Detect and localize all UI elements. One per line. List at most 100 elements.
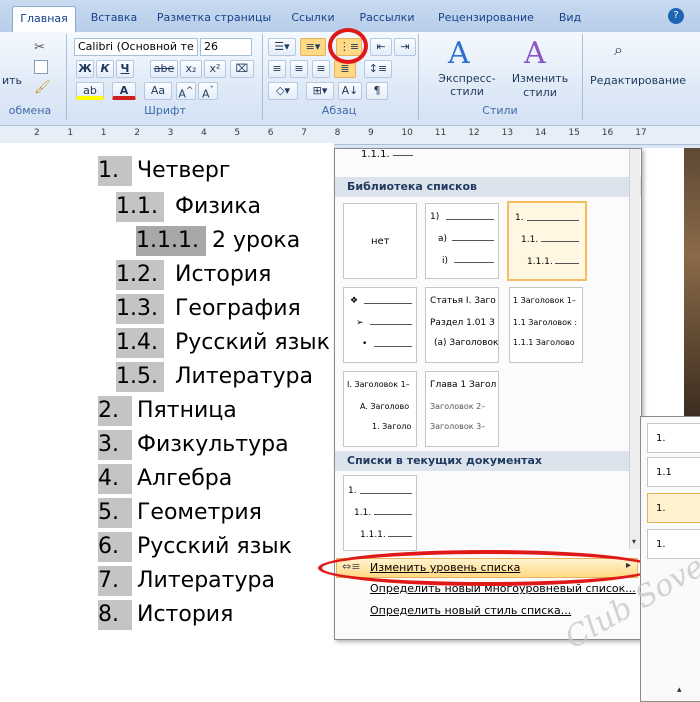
gallery-scrollbar[interactable] <box>629 149 640 549</box>
format-painter-icon[interactable]: 🖌 <box>34 80 51 95</box>
list-tile-bullets[interactable]: ❖ ➢ • <box>343 287 417 363</box>
tile-label: i) <box>442 256 449 266</box>
tab-insert[interactable]: Вставка <box>84 6 144 30</box>
decrease-indent-icon[interactable]: ⇤ <box>370 38 392 56</box>
bold-button[interactable]: Ж <box>76 60 94 78</box>
help-icon[interactable]: ? <box>668 8 684 24</box>
list-tile-numbered[interactable]: 1) a) i) <box>425 203 499 279</box>
express-styles-button[interactable]: Экспресс-стили <box>422 72 512 98</box>
list-item: 2 урока <box>212 228 301 253</box>
tile-label: (a) Заголовок <box>434 338 499 348</box>
tile-line <box>541 241 579 242</box>
list-tile-none[interactable]: нет <box>343 203 417 279</box>
tab-home[interactable]: Главная <box>12 6 76 33</box>
numbering-icon[interactable]: ≡▾ <box>300 38 326 56</box>
tab-page-layout[interactable]: Разметка страницы <box>154 6 274 30</box>
borders-icon[interactable]: ⊞▾ <box>306 82 334 100</box>
tab-view[interactable]: Вид <box>552 6 588 30</box>
group-styles-label: Стили <box>482 104 518 117</box>
ruler-number: 8 <box>334 128 341 138</box>
change-styles-button[interactable]: Изменить стили <box>510 72 570 100</box>
level-option[interactable]: 1. <box>647 423 700 453</box>
tile-line <box>374 514 412 515</box>
bullets-icon[interactable]: ☰▾ <box>268 38 296 56</box>
list-number: 7. <box>98 566 132 596</box>
list-number: 1.2. <box>116 260 164 290</box>
list-item: Пятница <box>137 398 237 423</box>
font-size-combo[interactable]: 26 <box>200 38 252 56</box>
tab-mailings[interactable]: Рассылки <box>354 6 420 30</box>
tab-references[interactable]: Ссылки <box>286 6 340 30</box>
increase-indent-icon[interactable]: ⇥ <box>394 38 416 56</box>
list-tile-heading-numbers[interactable]: 1 Заголовок 1– 1.1 Заголовок : 1.1.1 Заг… <box>509 287 583 363</box>
ruler-number: 14 <box>535 128 547 138</box>
menu-item-define-list-style[interactable]: Определить новый стиль списка... <box>370 604 571 617</box>
list-item: Четверг <box>137 158 231 183</box>
tile-label: 1.1 Заголовок : <box>513 318 578 327</box>
tile-label: 1.1. <box>521 235 539 245</box>
highlight-color-button[interactable]: ab <box>76 82 104 100</box>
paste-label[interactable]: ить <box>2 74 22 87</box>
font-name-combo[interactable]: Calibri (Основной те <box>74 38 198 56</box>
line-spacing-icon[interactable]: ↕≡ <box>364 60 392 78</box>
group-font-label: Шрифт <box>144 104 186 117</box>
tile-line <box>370 324 412 325</box>
ruler-number: 5 <box>234 128 241 138</box>
group-separator <box>582 34 583 120</box>
clear-format-icon[interactable]: ⌧ <box>230 60 254 78</box>
italic-button[interactable]: К <box>96 60 114 78</box>
tile-label: нет <box>371 236 390 247</box>
list-number: 1. <box>98 156 132 186</box>
list-item: Русский язык <box>137 534 292 559</box>
list-tile-article[interactable]: Статья I. Заго Раздел 1.01 З (a) Заголов… <box>425 287 499 363</box>
list-number: 3. <box>98 430 132 460</box>
ruler-number: 12 <box>468 128 480 138</box>
copy-icon[interactable] <box>34 60 48 74</box>
change-case-button[interactable]: Aa <box>144 82 172 100</box>
strikethrough-button[interactable]: abe <box>150 60 178 78</box>
tile-label: Заголовок 3– <box>430 422 486 431</box>
align-center-icon[interactable]: ≡ <box>290 60 308 78</box>
editing-button[interactable]: Редактирование <box>584 74 692 87</box>
level-option[interactable]: 1. <box>647 493 700 523</box>
sort-icon[interactable]: A↓ <box>338 82 362 100</box>
list-tile-multilevel[interactable]: 1. 1.1. 1.1.1. <box>507 201 587 281</box>
grow-font-button[interactable]: A^ <box>176 82 196 101</box>
tile-line <box>360 493 412 494</box>
list-item: Алгебра <box>137 466 233 491</box>
binoculars-icon[interactable]: ⌕ <box>614 40 623 60</box>
ruler-number: 11 <box>434 128 447 138</box>
ruler-number: 16 <box>601 128 614 138</box>
ruler-number: 3 <box>167 128 174 138</box>
align-left-icon[interactable]: ≡ <box>268 60 286 78</box>
partial-tile-label: 1.1.1. <box>361 149 390 160</box>
shrink-font-button[interactable]: Aˇ <box>198 82 218 101</box>
tile-label: 1.1. <box>354 508 372 518</box>
tile-line <box>555 263 579 264</box>
list-tile-chapter[interactable]: Глава 1 Загол Заголовок 2– Заголовок 3– <box>425 371 499 447</box>
tile-line <box>388 536 412 537</box>
tile-label: 1) <box>430 212 440 222</box>
background-photo <box>684 148 700 416</box>
shading-icon[interactable]: ◇▾ <box>268 82 298 100</box>
level-option[interactable]: 1.1 <box>647 457 700 487</box>
align-right-icon[interactable]: ≡ <box>312 60 330 78</box>
underline-button[interactable]: Ч <box>116 60 134 78</box>
ruler-number: 10 <box>401 128 413 138</box>
list-tile-roman[interactable]: I. Заголовок 1– A. Заголово 1. Заголо <box>343 371 417 447</box>
subscript-button[interactable]: x₂ <box>180 60 202 78</box>
list-item: Русский язык <box>175 330 330 355</box>
ruler-number: 13 <box>501 128 514 138</box>
list-number: 8. <box>98 600 132 630</box>
font-color-button[interactable]: A <box>112 82 136 100</box>
show-formatting-icon[interactable]: ¶ <box>366 82 388 100</box>
superscript-button[interactable]: x² <box>204 60 226 78</box>
scroll-down-icon[interactable]: ▾ <box>629 537 639 547</box>
list-tile-current[interactable]: 1. 1.1. 1.1.1. <box>343 475 417 551</box>
tile-label: 1.1.1. <box>527 257 553 267</box>
tab-review[interactable]: Рецензирование <box>434 6 538 30</box>
cut-icon[interactable]: ✂ <box>34 40 48 55</box>
change-styles-icon[interactable]: A <box>524 36 546 71</box>
scroll-up-icon[interactable]: ▴ <box>677 685 682 695</box>
express-styles-icon[interactable]: A <box>448 36 470 71</box>
